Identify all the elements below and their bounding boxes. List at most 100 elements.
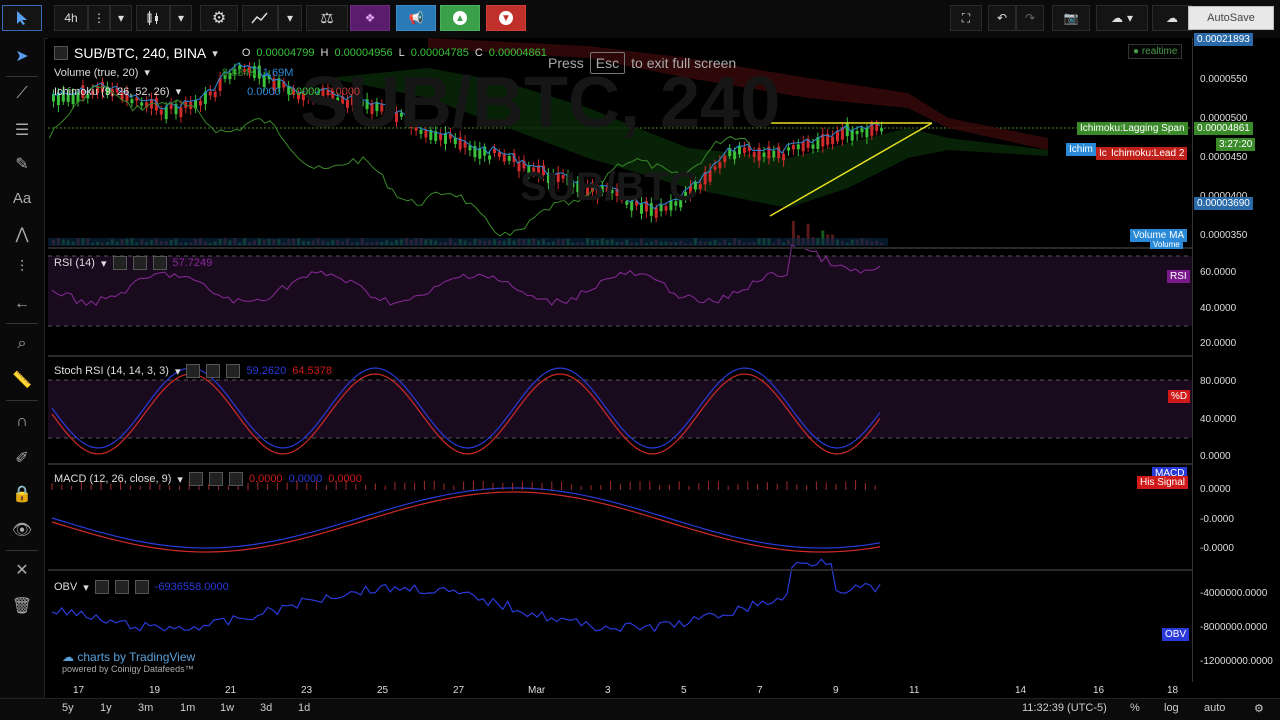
divider [6, 76, 38, 77]
branding-line1: charts by TradingView [77, 650, 196, 664]
cube-button[interactable]: ❖ [350, 5, 390, 31]
chevron-down-icon[interactable]: ▾ [144, 66, 150, 79]
volume-ma-value: 1.69M [262, 66, 294, 79]
lock-tool[interactable]: 🔒 [6, 480, 38, 508]
chevron-down-icon[interactable]: ▾ [212, 47, 218, 60]
volume-legend-title[interactable]: Volume (true, 20) [54, 67, 138, 79]
chart-type-dropdown-button[interactable]: ▾ [170, 5, 192, 31]
magnet-tool[interactable]: ∩ [6, 408, 38, 436]
pane-divider[interactable] [48, 247, 1280, 249]
pane-divider[interactable] [48, 355, 1280, 357]
chevron-down-icon: ▾ [117, 11, 125, 25]
trash-icon: 🗑 [11, 598, 33, 615]
pane-divider[interactable] [48, 569, 1280, 571]
close-icon[interactable] [226, 364, 241, 378]
eye-icon[interactable] [94, 580, 109, 594]
trendline-tool[interactable]: ⟋ [6, 80, 38, 108]
snapshot-button[interactable]: 📷 [1052, 5, 1090, 31]
auto-toggle[interactable]: auto [1204, 702, 1225, 714]
range-1d[interactable]: 1d [298, 702, 310, 714]
gear-icon[interactable] [208, 472, 223, 486]
zoom-tool[interactable]: ⌕ [6, 330, 38, 358]
price-label: 0.0000350 [1200, 230, 1248, 241]
redo-button[interactable]: ↷ [1016, 5, 1044, 31]
chevron-down-icon[interactable]: ▾ [83, 581, 89, 594]
low-value: 0.00004785 [410, 47, 469, 59]
pattern-tool[interactable]: ⋀ [6, 220, 38, 248]
cursor-tool[interactable]: ➤ [6, 42, 38, 70]
chevron-down-icon[interactable]: ▾ [177, 473, 183, 486]
candle-body [787, 147, 790, 151]
hide-tool[interactable]: 👁 [6, 516, 38, 544]
log-toggle[interactable]: log [1164, 702, 1179, 714]
eye-icon[interactable] [188, 472, 203, 486]
chevron-down-icon[interactable]: ▾ [175, 365, 181, 378]
percent-toggle[interactable]: % [1130, 702, 1140, 714]
bar-timer-badge: 3:27:20 [1216, 138, 1256, 151]
close-icon[interactable] [134, 580, 149, 594]
fib-tool[interactable]: ⫶ [6, 254, 38, 282]
drawing-toolbar: ➤ ⟋ ☰ ✎ Aa ⋀ ⫶ ← ⌕ 📏 ∩ ✐ 🔒 👁 ✕ 🗑 [0, 38, 45, 719]
settings-button[interactable]: ⚙ [200, 5, 238, 31]
tradingview-branding[interactable]: ☁ charts by TradingView powered by Coini… [62, 650, 195, 674]
rsi-badge: RSI [1167, 270, 1190, 283]
stay-drawing-tool[interactable]: ✐ [6, 444, 38, 472]
chart-type-button[interactable] [136, 5, 170, 31]
high-value: 0.00004956 [334, 47, 393, 59]
delete-tool[interactable]: 🗑 [6, 592, 38, 620]
chevron-down-icon[interactable]: ▾ [101, 257, 107, 270]
ichimoku-legend-title[interactable]: Ichimoku (9, 26, 52, 26) [54, 86, 170, 98]
undo-button[interactable]: ↶ [988, 5, 1016, 31]
lines-tool[interactable]: ☰ [6, 116, 38, 144]
text-tool[interactable]: Aa [6, 184, 38, 212]
eye-icon[interactable] [112, 256, 127, 270]
indicators-button[interactable] [242, 5, 278, 31]
gear-icon[interactable] [114, 580, 129, 594]
cloud-save-button[interactable]: ☁ [1152, 5, 1192, 31]
sell-button[interactable]: ▼ [486, 5, 526, 31]
candle-body [497, 152, 501, 157]
gear-icon[interactable] [132, 256, 147, 270]
interval-dropdown-button[interactable]: ▾ [110, 5, 132, 31]
range-1y[interactable]: 1y [100, 702, 112, 714]
indicators-dropdown-button[interactable]: ▾ [278, 5, 302, 31]
open-label: O [241, 47, 251, 59]
range-3m[interactable]: 3m [138, 702, 153, 714]
gear-icon[interactable]: ⚙ [1254, 702, 1264, 715]
announce-button[interactable]: 📢 [396, 5, 436, 31]
fullscreen-button[interactable]: ⛶ [950, 5, 982, 31]
brush-tool[interactable]: ✎ [6, 150, 38, 178]
volume-ma-area [48, 238, 888, 246]
collapse-icon[interactable] [54, 46, 68, 60]
eye-icon[interactable] [186, 364, 201, 378]
symbol-name[interactable]: SUB/BTC, 240, BINA [74, 45, 206, 61]
close-icon[interactable] [228, 472, 243, 486]
range-1w[interactable]: 1w [220, 702, 234, 714]
range-5y[interactable]: 5y [62, 702, 74, 714]
interval-button[interactable]: 4h [54, 5, 88, 31]
rsi-legend-title[interactable]: RSI (14) [54, 257, 95, 269]
buy-button[interactable]: ▲ [440, 5, 480, 31]
candle-body [772, 150, 776, 158]
range-1m[interactable]: 1m [180, 702, 195, 714]
obv-legend-title[interactable]: OBV [54, 581, 77, 593]
more-intervals-button[interactable]: ⋮ [88, 5, 110, 31]
measure-tool[interactable]: 📏 [6, 366, 38, 394]
range-3d[interactable]: 3d [260, 702, 272, 714]
remove-tools[interactable]: ✕ [6, 556, 38, 584]
back-tool[interactable]: ← [6, 290, 38, 318]
time-axis-label: 3 [605, 685, 611, 696]
stoch-legend-title[interactable]: Stoch RSI (14, 14, 3, 3) [54, 365, 169, 377]
autosave-button[interactable]: AutoSave [1188, 6, 1274, 30]
compare-button[interactable]: ⚖ [306, 5, 348, 31]
close-icon[interactable] [152, 256, 167, 270]
clock[interactable]: 11:32:39 (UTC-5) [1022, 702, 1107, 714]
cursor-tool-button[interactable] [2, 5, 42, 31]
chevron-down-icon[interactable]: ▾ [176, 85, 182, 98]
pane-divider[interactable] [48, 463, 1280, 465]
macd-legend-title[interactable]: MACD (12, 26, close, 9) [54, 473, 171, 485]
cloud-load-button[interactable]: ☁ ▾ [1096, 5, 1148, 31]
gear-icon[interactable] [206, 364, 221, 378]
cursor-icon [17, 11, 27, 25]
macd-signal-badge: His Signal [1137, 476, 1189, 489]
